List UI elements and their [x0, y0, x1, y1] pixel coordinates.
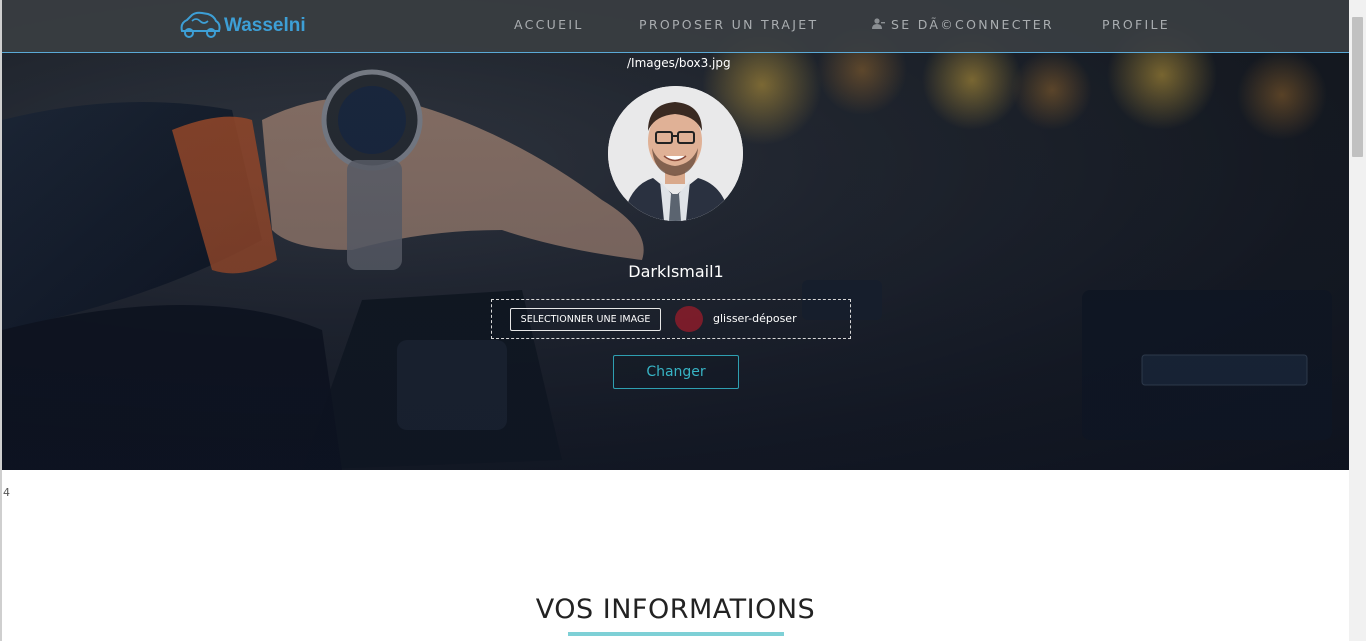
nav-profile[interactable]: PROFILE	[1102, 17, 1170, 32]
drag-drop-label: glisser-déposer	[713, 312, 797, 325]
avatar	[608, 86, 743, 221]
section-title-underline	[568, 632, 784, 636]
image-dropzone[interactable]: SELECTIONNER UNE IMAGE glisser-déposer	[491, 299, 851, 339]
page-scrollbar[interactable]	[1349, 0, 1366, 641]
profile-photo	[608, 86, 743, 221]
stray-count-text: 4	[3, 486, 10, 499]
scrollbar-thumb[interactable]	[1352, 17, 1363, 157]
nav-deconnecter-label: SE DÃ©CONNECTER	[891, 17, 1054, 32]
image-path-text: /Images/box3.jpg	[627, 56, 731, 70]
nav-accueil-label: ACCUEIL	[514, 17, 584, 32]
nav-accueil[interactable]: ACCUEIL	[514, 17, 584, 32]
car-logo-icon	[180, 11, 221, 38]
nav-proposer-trajet[interactable]: PROPOSER UN TRAJET	[639, 17, 818, 32]
left-edge	[0, 0, 2, 641]
nav-deconnecter[interactable]: SE DÃ©CONNECTER	[872, 17, 1054, 32]
page: Wasselni ACCUEIL PROPOSER UN TRAJET SE D…	[0, 0, 1366, 641]
select-image-button[interactable]: SELECTIONNER UNE IMAGE	[510, 308, 661, 331]
change-button[interactable]: Changer	[613, 355, 739, 389]
hero-overlay	[2, 0, 1349, 470]
section-title: VOS INFORMATIONS	[535, 594, 816, 625]
user-icon	[872, 17, 885, 32]
hero-background	[2, 0, 1349, 470]
nav-profile-label: PROFILE	[1102, 17, 1170, 32]
username: DarkIsmail1	[628, 262, 724, 281]
brand-name: Wasselni	[224, 15, 306, 36]
navbar: Wasselni ACCUEIL PROPOSER UN TRAJET SE D…	[2, 0, 1349, 53]
brand-logo[interactable]: Wasselni	[178, 10, 306, 42]
nav-proposer-trajet-label: PROPOSER UN TRAJET	[639, 17, 819, 32]
drop-indicator-icon	[675, 306, 703, 332]
